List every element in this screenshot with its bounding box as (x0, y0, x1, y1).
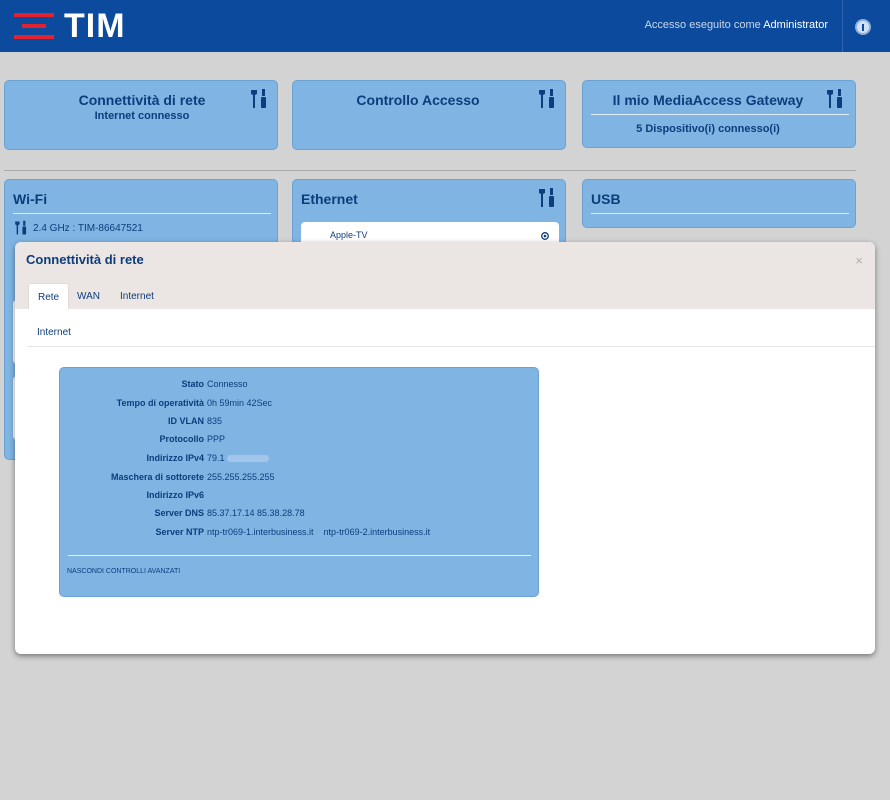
info-value: PPP (207, 434, 226, 444)
internet-info-panel: Stato Connesso Tempo di operatività 0h 5… (59, 367, 539, 597)
tools-icon[interactable] (536, 88, 558, 110)
card-title: Wi-Fi (13, 191, 48, 207)
info-value: Connesso (207, 379, 248, 389)
info-label: Indirizzo IPv6 (146, 490, 204, 500)
card-divider (13, 213, 271, 214)
card-divider (591, 213, 849, 214)
info-row-stato: Stato Connesso (60, 379, 540, 393)
info-value: 0h 59min 42Sec (207, 398, 273, 408)
card-usb[interactable]: USB (582, 179, 856, 228)
tools-icon[interactable] (536, 187, 558, 209)
modal-header: Connettività di rete × Rete WAN Internet (15, 242, 875, 309)
info-value-ipv4: 79.1 (207, 453, 269, 463)
section-heading: Internet (37, 327, 71, 338)
ethernet-device-name: Apple-TV (330, 230, 368, 240)
info-row-dns: Server DNS 85.37.17.14 85.38.28.78 (60, 508, 540, 522)
tools-icon[interactable] (248, 88, 270, 110)
info-row-ipv4: Indirizzo IPv4 79.1 (60, 453, 540, 467)
card-title: Ethernet (301, 191, 358, 207)
card-connettivita[interactable]: Connettività di rete Internet connesso (4, 80, 278, 150)
card-gateway[interactable]: Il mio MediaAccess Gateway 5 Dispositivo… (582, 80, 856, 148)
info-row-protocol: Protocollo PPP (60, 434, 540, 448)
card-title: Controllo Accesso (356, 92, 480, 108)
tab-internet[interactable]: Internet (111, 283, 163, 309)
card-controllo-accesso[interactable]: Controllo Accesso (292, 80, 566, 150)
info-label: Maschera di sottorete (110, 472, 204, 482)
info-label: Server NTP (155, 527, 204, 537)
info-label: Protocollo (159, 434, 205, 444)
info-label: Server DNS (154, 508, 204, 518)
modal-title: Connettività di rete (26, 252, 144, 267)
tools-icon[interactable] (824, 88, 846, 110)
panel-divider (68, 555, 531, 556)
card-title: Il mio MediaAccess Gateway (612, 92, 804, 108)
tim-logo[interactable]: TIM (14, 7, 126, 45)
info-row-ipv6: Indirizzo IPv6 (60, 490, 540, 504)
info-label: ID VLAN (168, 416, 204, 426)
circle-arrow-icon[interactable] (541, 232, 549, 240)
section-divider (4, 170, 856, 171)
card-subtitle: Internet connesso (94, 110, 190, 122)
wifi-row[interactable]: 2.4 GHz : TIM-86647521 (13, 220, 143, 236)
card-title: Connettività di rete (78, 92, 206, 108)
card-ethernet[interactable]: Ethernet Apple-TV (292, 179, 566, 250)
tab-wan[interactable]: WAN (68, 283, 109, 309)
login-status: Accesso eseguito come Administrator (645, 19, 828, 31)
info-row-vlan: ID VLAN 835 (60, 416, 540, 430)
hide-advanced-link[interactable]: NASCONDI CONTROLLI AVANZATI (67, 568, 180, 575)
connectivity-modal: Connettività di rete × Rete WAN Internet… (15, 242, 875, 654)
tim-logo-mark-icon (14, 11, 54, 41)
card-subtitle: 5 Dispositivo(i) connesso(i) (636, 123, 780, 135)
login-user: Administrator (763, 19, 828, 31)
info-label: Indirizzo IPv4 (146, 453, 204, 463)
info-label: Stato (181, 379, 205, 389)
info-value: ntp-tr069-1.interbusiness.it ntp-tr069-2… (207, 527, 431, 537)
ipv4-visible: 79.1 (207, 453, 225, 463)
info-value: 85.37.17.14 85.38.28.78 (207, 508, 305, 518)
info-value: 255.255.255.255 (207, 472, 275, 482)
wifi-network-label: 2.4 GHz : TIM-86647521 (33, 222, 143, 234)
info-row-uptime: Tempo di operatività 0h 59min 42Sec (60, 398, 540, 412)
tools-icon (15, 220, 27, 235)
redacted-blur (226, 455, 269, 463)
top-bar: TIM Accesso eseguito come Administrator (0, 0, 890, 52)
header-divider (842, 0, 843, 52)
info-row-ntp: Server NTP ntp-tr069-1.interbusiness.it … (60, 527, 540, 541)
brand-name: TIM (64, 6, 126, 45)
info-label: Tempo di operatività (116, 398, 204, 408)
card-divider (591, 114, 849, 115)
tab-rete[interactable]: Rete (28, 283, 70, 309)
info-row-netmask: Maschera di sottorete 255.255.255.255 (60, 472, 540, 486)
login-prefix: Accesso eseguito come (644, 19, 761, 31)
info-value: 835 (207, 416, 223, 426)
card-title: USB (591, 191, 621, 207)
section-divider (27, 346, 875, 347)
close-icon[interactable]: × (855, 253, 863, 268)
power-icon[interactable] (855, 19, 871, 35)
